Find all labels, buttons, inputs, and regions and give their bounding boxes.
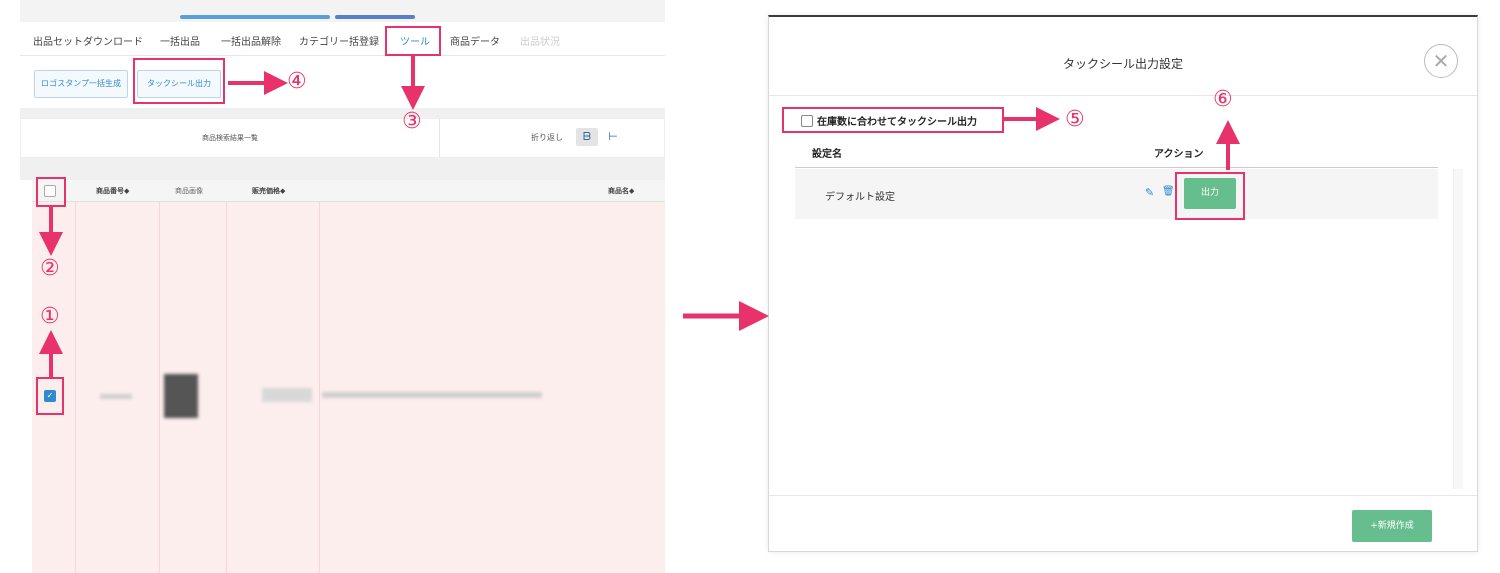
annotation-arrows [39,56,1240,378]
